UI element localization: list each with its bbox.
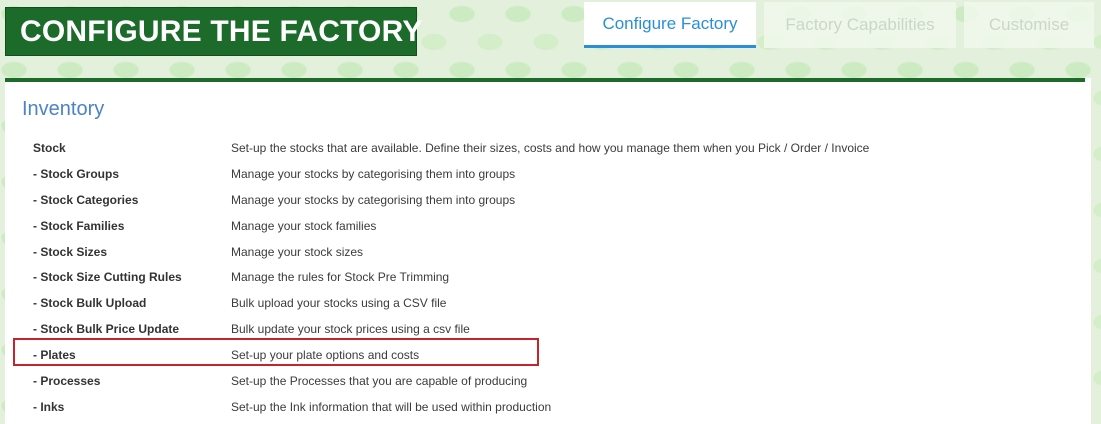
page-title: CONFIGURE THE FACTORY bbox=[20, 14, 423, 48]
inventory-list: Stock Set-up the stocks that are availab… bbox=[5, 136, 1085, 421]
list-item-stock-families: - Stock Families Manage your stock famil… bbox=[5, 214, 1085, 240]
item-description: Bulk update your stock prices using a cs… bbox=[231, 322, 470, 337]
list-item-plates: - Plates Set-up your plate options and c… bbox=[5, 343, 1085, 369]
link-stock-categories[interactable]: - Stock Categories bbox=[33, 193, 138, 207]
link-stock[interactable]: Stock bbox=[33, 141, 66, 155]
link-processes[interactable]: - Processes bbox=[33, 374, 100, 388]
link-stock-families[interactable]: - Stock Families bbox=[33, 219, 124, 233]
item-description: Bulk upload your stocks using a CSV file bbox=[231, 296, 447, 311]
item-description: Manage your stocks by categorising them … bbox=[231, 192, 516, 207]
link-stock-bulk-price-update[interactable]: - Stock Bulk Price Update bbox=[33, 322, 179, 336]
item-description: Set-up the Ink information that will be … bbox=[231, 399, 552, 414]
link-stock-size-cutting-rules[interactable]: - Stock Size Cutting Rules bbox=[33, 270, 182, 284]
tab-configure-factory[interactable]: Configure Factory bbox=[584, 2, 756, 48]
list-item-inks: - Inks Set-up the Ink information that w… bbox=[5, 395, 1085, 421]
link-plates[interactable]: - Plates bbox=[33, 348, 76, 362]
tab-factory-capabilities[interactable]: Factory Capabilities bbox=[764, 2, 956, 48]
list-item-stock: Stock Set-up the stocks that are availab… bbox=[5, 136, 1085, 162]
item-description: Set-up the Processes that you are capabl… bbox=[231, 374, 528, 389]
link-inks[interactable]: - Inks bbox=[33, 400, 64, 414]
list-item-stock-categories: - Stock Categories Manage your stocks by… bbox=[5, 188, 1085, 214]
item-description: Manage your stocks by categorising them … bbox=[231, 166, 516, 181]
item-description: Set-up your plate options and costs bbox=[231, 348, 420, 363]
link-stock-groups[interactable]: - Stock Groups bbox=[33, 167, 119, 181]
inventory-panel: Inventory Stock Set-up the stocks that a… bbox=[5, 78, 1085, 424]
list-item-stock-groups: - Stock Groups Manage your stocks by cat… bbox=[5, 162, 1085, 188]
link-stock-bulk-upload[interactable]: - Stock Bulk Upload bbox=[33, 296, 146, 310]
item-description: Set-up the stocks that are available. De… bbox=[231, 141, 870, 155]
list-item-processes: - Processes Set-up the Processes that yo… bbox=[5, 369, 1085, 395]
item-description: Manage your stock families bbox=[231, 218, 377, 233]
page-title-banner: CONFIGURE THE FACTORY bbox=[5, 7, 422, 56]
list-item-stock-bulk-upload: - Stock Bulk Upload Bulk upload your sto… bbox=[5, 291, 1085, 317]
link-stock-sizes[interactable]: - Stock Sizes bbox=[33, 245, 107, 259]
list-item-stock-bulk-price-update: - Stock Bulk Price Update Bulk update yo… bbox=[5, 317, 1085, 343]
item-description: Manage the rules for Stock Pre Trimming bbox=[231, 270, 450, 285]
tab-customise[interactable]: Customise bbox=[964, 2, 1094, 48]
section-title: Inventory bbox=[22, 98, 105, 120]
item-description: Manage your stock sizes bbox=[231, 244, 364, 259]
scrollbar-track[interactable] bbox=[1085, 78, 1091, 424]
list-item-stock-size-cutting-rules: - Stock Size Cutting Rules Manage the ru… bbox=[5, 265, 1085, 291]
list-item-stock-sizes: - Stock Sizes Manage your stock sizes bbox=[5, 240, 1085, 266]
